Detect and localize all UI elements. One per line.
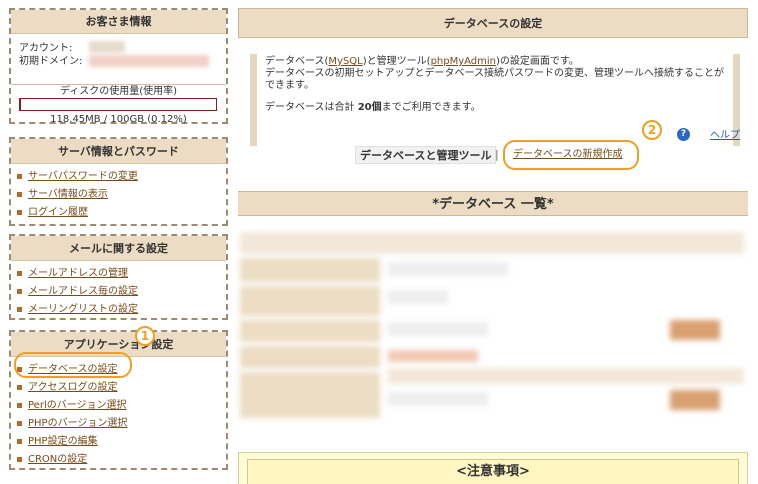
server-info-panel: サーバ情報とパスワード サーバパスワードの変更 サーバ情報の表示 ログイン履歴	[9, 137, 228, 226]
menu-item-mail-address[interactable]: メールアドレスの管理	[17, 265, 226, 283]
bullet-icon	[17, 270, 22, 276]
bullet-icon	[17, 306, 22, 312]
app-settings-panel: アプリケーション設定 データベースの設定 アクセスログの設定 Perlのバージョ…	[9, 330, 228, 470]
bullet-icon	[17, 384, 22, 390]
disk-usage-title: ディスクの使用量(使用率)	[11, 84, 226, 97]
annotation-number-1: 1	[135, 326, 155, 346]
limit-prefix: データベースは合計	[265, 102, 358, 113]
bullet-icon	[17, 209, 22, 215]
row-label-redacted	[240, 346, 380, 368]
menu-item-cron[interactable]: CRONの設定	[17, 451, 226, 469]
annotation-highlight-1	[14, 352, 132, 378]
notice-panel: <注意事項>	[238, 452, 748, 484]
menu-item-login-history[interactable]: ログイン履歴	[17, 204, 226, 222]
menu-item-server-info[interactable]: サーバ情報の表示	[17, 186, 226, 204]
bullet-icon	[17, 173, 22, 179]
phpmyadmin-link[interactable]: phpMyAdmin	[431, 56, 496, 67]
menu-item-mailing-list[interactable]: メーリングリストの設定	[17, 301, 226, 319]
menu-link[interactable]: CRONの設定	[28, 454, 87, 465]
database-list-title: *データベース 一覧*	[238, 191, 748, 216]
account-label: アカウント:	[19, 43, 73, 54]
menu-item-php-version[interactable]: PHPのバージョン選択	[17, 415, 226, 433]
intro-text: )と管理ツール(	[362, 56, 431, 67]
account-labels: アカウント: 初期ドメイン:	[19, 42, 82, 68]
help-icon[interactable]: ?	[677, 128, 690, 141]
bullet-icon	[17, 420, 22, 426]
row-value-redacted	[388, 350, 478, 362]
mail-settings-title: メールに関する設定	[11, 236, 226, 261]
server-menu: サーバパスワードの変更 サーバ情報の表示 ログイン履歴	[11, 164, 226, 222]
limit-suffix: までご利用できます。	[381, 102, 481, 113]
row-value-redacted	[388, 262, 508, 276]
intro-line-1: データベース(MySQL)と管理ツール(phpMyAdmin)の設定画面です。	[265, 56, 725, 68]
menu-link[interactable]: ログイン履歴	[28, 207, 88, 218]
row-value-redacted	[388, 322, 488, 336]
row-value-redacted	[388, 392, 488, 406]
mail-settings-panel: メールに関する設定 メールアドレスの管理 メールアドレス毎の設定 メーリングリス…	[9, 234, 228, 320]
account-value-redacted	[89, 41, 125, 53]
disk-usage-fill	[20, 99, 21, 110]
row-label-redacted	[240, 258, 380, 282]
bullet-icon	[17, 288, 22, 294]
menu-link[interactable]: サーバ情報の表示	[28, 189, 108, 200]
db-limit-text: データベースは合計 20個までご利用できます。	[265, 102, 725, 114]
intro-text: )の設定画面です。	[496, 56, 579, 67]
menu-item-perl-version[interactable]: Perlのバージョン選択	[17, 397, 226, 415]
intro-text-box: データベース(MySQL)と管理ツール(phpMyAdmin)の設定画面です。 …	[250, 54, 740, 146]
menu-item-access-log[interactable]: アクセスログの設定	[17, 379, 226, 397]
row-button-redacted	[670, 320, 720, 340]
menu-link[interactable]: PHP設定の編集	[28, 436, 98, 447]
menu-item-php-config[interactable]: PHP設定の編集	[17, 433, 226, 451]
notice-title: <注意事項>	[247, 459, 739, 484]
server-info-title: サーバ情報とパスワード	[11, 139, 226, 164]
page-title: データベースの設定	[238, 8, 748, 38]
tab-separator: |	[495, 148, 499, 161]
row-label-redacted	[240, 372, 380, 418]
menu-item-mail-per-address[interactable]: メールアドレス毎の設定	[17, 283, 226, 301]
row-value-redacted	[388, 290, 448, 304]
menu-link[interactable]: サーバパスワードの変更	[28, 171, 138, 182]
disk-usage-bar	[19, 98, 217, 111]
intro-line-2: データベースの初期セットアップとデータベース接続パスワードの変更、管理ツールへ接…	[265, 68, 724, 91]
annotation-highlight-2	[503, 140, 639, 170]
menu-link[interactable]: Perlのバージョン選択	[28, 400, 127, 411]
row-button-redacted	[670, 390, 720, 410]
annotation-number-2: 2	[642, 120, 662, 140]
bullet-icon	[17, 191, 22, 197]
row-label-redacted	[240, 320, 380, 342]
customer-info-title: お客さま情報	[11, 10, 226, 34]
mysql-link[interactable]: MySQL	[328, 56, 362, 67]
bullet-icon	[17, 456, 22, 462]
table-header-redacted	[240, 232, 744, 254]
menu-link[interactable]: メーリングリストの設定	[28, 304, 138, 315]
disk-usage-text: 118.45MB / 100GB (0.12%)	[50, 114, 187, 125]
menu-link[interactable]: アクセスログの設定	[28, 382, 118, 393]
row-label-redacted	[240, 286, 380, 316]
database-table-redacted	[240, 232, 744, 422]
bullet-icon	[17, 402, 22, 408]
tab-database-and-tools[interactable]: データベースと管理ツール	[355, 146, 497, 164]
domain-value-redacted	[89, 55, 209, 67]
limit-count: 20個	[357, 102, 382, 113]
mail-menu: メールアドレスの管理 メールアドレス毎の設定 メーリングリストの設定	[11, 261, 226, 319]
customer-info-panel: お客さま情報 アカウント: 初期ドメイン: ディスクの使用量(使用率) 118.…	[9, 8, 228, 125]
domain-label: 初期ドメイン:	[19, 56, 83, 67]
menu-link[interactable]: メールアドレスの管理	[28, 268, 128, 279]
row-header-redacted	[388, 368, 744, 384]
help-link[interactable]: ヘルプ	[710, 126, 740, 141]
menu-link[interactable]: メールアドレス毎の設定	[28, 286, 138, 297]
menu-item-server-password[interactable]: サーバパスワードの変更	[17, 168, 226, 186]
intro-text: データベース(	[265, 56, 329, 67]
bullet-icon	[17, 438, 22, 444]
menu-link[interactable]: PHPのバージョン選択	[28, 418, 127, 429]
